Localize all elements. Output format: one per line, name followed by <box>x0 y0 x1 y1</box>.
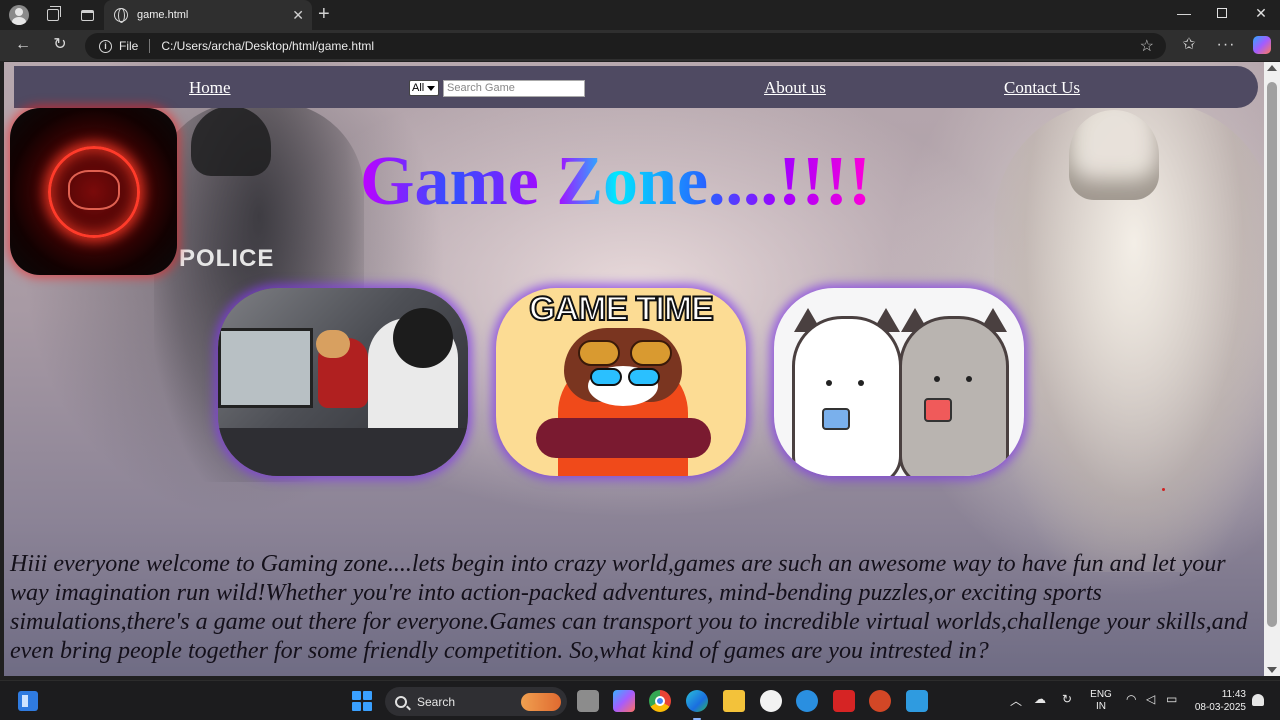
page-viewport: POLICE Home All Search Game About us Con… <box>4 62 1264 676</box>
volume-icon[interactable]: ◁ <box>1146 692 1155 706</box>
region-code: IN <box>1096 701 1106 712</box>
search-game-input[interactable]: Search Game <box>443 80 585 97</box>
browser-tab-active[interactable]: game.html ✕ <box>104 0 312 30</box>
get-help-icon[interactable] <box>796 690 818 712</box>
chevron-down-icon <box>427 86 435 91</box>
nav-about-link[interactable]: About us <box>764 78 826 98</box>
store-icon[interactable] <box>906 690 928 712</box>
wifi-icon[interactable]: ◠ <box>1126 692 1136 706</box>
clock-time: 11:43 <box>1221 689 1246 700</box>
search-highlight-icon <box>521 693 561 711</box>
page-title: Game Zone....!!!! <box>360 140 871 224</box>
cat-eye <box>966 376 972 382</box>
notification-bell-icon[interactable] <box>1252 694 1264 706</box>
edge-icon[interactable] <box>686 690 708 720</box>
file-explorer-icon[interactable] <box>723 690 745 712</box>
language-indicator[interactable]: ENG IN <box>1090 689 1112 713</box>
desk-shape <box>218 428 468 476</box>
task-view-icon[interactable] <box>577 690 599 712</box>
url-text[interactable]: C:/Users/archa/Desktop/html/game.html <box>161 39 374 53</box>
penguin-sunglasses <box>590 368 662 388</box>
grey-cat <box>899 316 1009 476</box>
game-card-game-time[interactable]: GAME TIME <box>496 288 746 476</box>
github-icon[interactable] <box>760 690 782 712</box>
search-icon <box>395 695 407 708</box>
penguin-goggles <box>570 340 680 366</box>
close-window-icon[interactable]: ✕ <box>1251 5 1271 22</box>
copilot-app-icon[interactable] <box>613 690 635 712</box>
search-category-select[interactable]: All <box>409 80 439 96</box>
scroll-up-icon[interactable] <box>1267 65 1277 71</box>
taskbar-search[interactable]: Search <box>385 687 567 716</box>
search-category-value: All <box>412 82 425 94</box>
clock-date: 08-03-2025 <box>1194 702 1246 713</box>
penguin-arms <box>536 418 711 458</box>
minimize-icon[interactable]: — <box>1174 5 1194 21</box>
red-dot <box>1162 488 1165 491</box>
monitor-shape <box>218 328 313 408</box>
assassin-hood <box>1069 110 1159 200</box>
close-tab-icon[interactable]: ✕ <box>292 7 304 23</box>
windows-start-icon[interactable] <box>352 691 372 711</box>
blue-phone <box>822 408 850 430</box>
nav-contact-link[interactable]: Contact Us <box>1004 78 1080 98</box>
copilot-icon[interactable] <box>1253 36 1271 54</box>
tab-actions-icon[interactable] <box>76 4 98 26</box>
gamer-head <box>393 308 453 368</box>
site-navbar: Home All Search Game About us Contact Us <box>14 66 1258 108</box>
scroll-down-icon[interactable] <box>1267 667 1277 673</box>
red-phone <box>924 398 952 422</box>
maximize-icon[interactable] <box>1212 5 1232 21</box>
game-card-cats[interactable] <box>774 288 1024 476</box>
info-icon[interactable]: i <box>99 39 112 53</box>
logo-emblem <box>68 170 120 210</box>
scrollbar-thumb[interactable] <box>1267 82 1277 627</box>
new-tab-icon[interactable]: + <box>318 3 330 25</box>
soldier-helmet <box>191 106 271 176</box>
sync-icon[interactable]: ↻ <box>1062 692 1072 706</box>
police-vest-text: POLICE <box>179 245 275 272</box>
cat-eye <box>826 380 832 386</box>
onedrive-icon[interactable]: ☁ <box>1034 692 1046 706</box>
tab-title: game.html <box>137 9 189 21</box>
powerpoint-icon[interactable] <box>869 690 891 712</box>
back-arrow-icon[interactable]: ← <box>12 35 34 55</box>
cat-eye <box>858 380 864 386</box>
windows-taskbar: Search ︿ ☁ ↻ ENG IN ◠ ◁ ▭ 11:43 08-03-20… <box>0 680 1280 720</box>
browser-toolbar: ← ↻ i File C:/Users/archa/Desktop/html/g… <box>0 30 1280 61</box>
taskbar-search-label: Search <box>417 694 456 709</box>
chrome-icon[interactable] <box>649 690 671 712</box>
refresh-icon[interactable]: ↻ <box>49 35 71 55</box>
dog-head <box>316 330 350 358</box>
language-code: ENG <box>1090 689 1112 700</box>
address-separator <box>149 39 151 53</box>
browser-tab-bar: game.html ✕ + — ✕ <box>0 0 1280 30</box>
system-clock[interactable]: 11:43 08-03-2025 <box>1190 688 1246 714</box>
address-bar[interactable]: i File C:/Users/archa/Desktop/html/game.… <box>85 33 1166 59</box>
profile-avatar-icon[interactable] <box>8 4 30 26</box>
welcome-paragraph: Hiii everyone welcome to Gaming zone....… <box>10 551 1248 664</box>
white-cat <box>792 316 902 476</box>
battery-icon[interactable]: ▭ <box>1166 692 1177 706</box>
site-logo <box>10 108 177 275</box>
favorite-star-icon[interactable]: ☆ <box>1140 36 1154 56</box>
more-options-icon[interactable]: ··· <box>1215 35 1237 55</box>
mcafee-icon[interactable] <box>833 690 855 712</box>
game-time-caption: GAME TIME <box>528 289 715 329</box>
game-card-gamer-dog[interactable] <box>218 288 468 476</box>
tray-chevron-up-icon[interactable]: ︿ <box>1010 692 1022 709</box>
workspaces-icon[interactable] <box>42 4 64 26</box>
favorites-icon[interactable]: ✩ <box>1178 35 1200 55</box>
file-label: File <box>119 39 139 53</box>
page-scrollbar[interactable] <box>1264 62 1280 676</box>
cat-eye <box>934 376 940 382</box>
globe-icon <box>114 8 128 23</box>
widgets-icon[interactable] <box>18 691 38 711</box>
nav-home-link[interactable]: Home <box>189 78 231 98</box>
